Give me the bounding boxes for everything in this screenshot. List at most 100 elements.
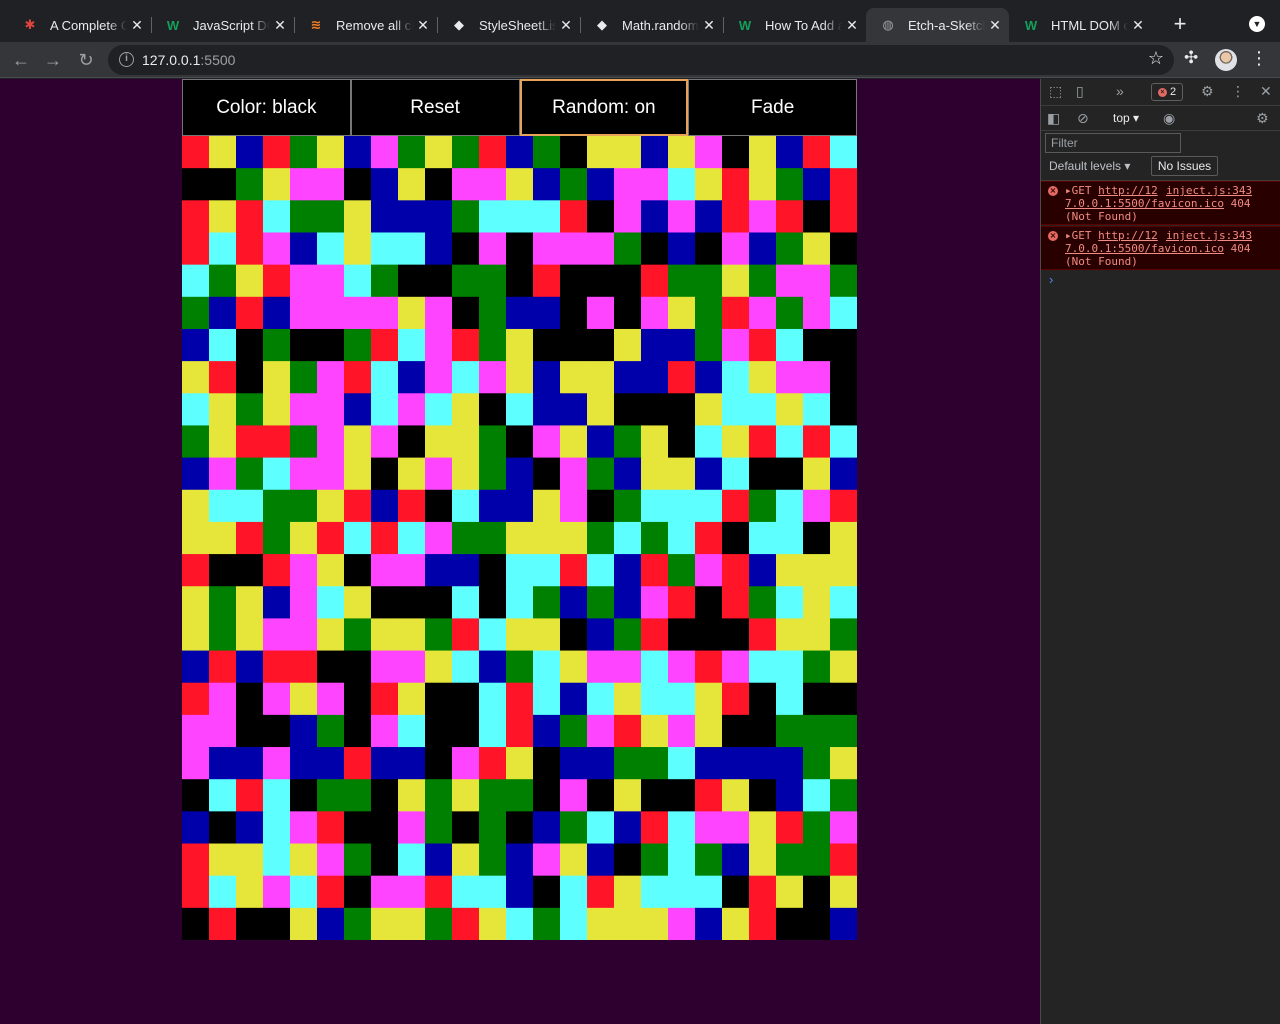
grid-cell[interactable] (317, 554, 345, 587)
grid-cell[interactable] (560, 200, 588, 234)
sidebar-toggle-icon[interactable]: ◧ (1047, 110, 1060, 127)
grid-cell[interactable] (668, 168, 696, 201)
grid-cell[interactable] (776, 650, 804, 684)
grid-cell[interactable] (587, 618, 615, 652)
grid-cell[interactable] (317, 682, 345, 716)
grid-cell[interactable] (182, 843, 210, 877)
grid-cell[interactable] (830, 747, 857, 780)
grid-cell[interactable] (695, 843, 723, 877)
grid-cell[interactable] (506, 489, 534, 523)
context-selector[interactable]: top ▾ (1113, 111, 1139, 125)
grid-cell[interactable] (317, 779, 345, 812)
grid-cell[interactable] (830, 232, 857, 266)
grid-cell[interactable] (371, 328, 399, 362)
grid-cell[interactable] (317, 586, 345, 619)
grid-cell[interactable] (371, 296, 399, 330)
back-arrow-icon[interactable]: ← (9, 48, 33, 72)
grid-cell[interactable] (236, 521, 264, 555)
grid-cell[interactable] (452, 168, 480, 201)
grid-cell[interactable] (722, 586, 750, 619)
grid-cell[interactable] (398, 521, 426, 555)
grid-cell[interactable] (641, 425, 669, 459)
grid-cell[interactable] (371, 554, 399, 587)
grid-cell[interactable] (344, 875, 372, 909)
grid-cell[interactable] (290, 714, 318, 748)
grid-cell[interactable] (425, 168, 453, 201)
grid-cell[interactable] (317, 618, 345, 652)
grid-cell[interactable] (290, 296, 318, 330)
grid-cell[interactable] (722, 779, 750, 812)
grid-cell[interactable] (236, 779, 264, 812)
grid-cell[interactable] (182, 425, 210, 459)
grid-cell[interactable] (695, 618, 723, 652)
grid-cell[interactable] (695, 200, 723, 234)
grid-cell[interactable] (398, 650, 426, 684)
grid-cell[interactable] (695, 328, 723, 362)
inspect-element-icon[interactable]: ⬚ (1049, 83, 1062, 100)
grid-cell[interactable] (641, 489, 669, 523)
close-tab-icon[interactable]: ✕ (985, 17, 1005, 34)
grid-cell[interactable] (182, 747, 210, 780)
grid-cell[interactable] (317, 747, 345, 780)
grid-cell[interactable] (587, 296, 615, 330)
grid-cell[interactable] (425, 811, 453, 845)
grid-cell[interactable] (398, 618, 426, 652)
grid-cell[interactable] (425, 457, 453, 491)
grid-cell[interactable] (803, 682, 831, 716)
grid-cell[interactable] (236, 393, 264, 427)
grid-cell[interactable] (641, 328, 669, 362)
grid-cell[interactable] (290, 554, 318, 587)
grid-cell[interactable] (425, 425, 453, 459)
grid-cell[interactable] (587, 907, 615, 940)
grid-cell[interactable] (749, 811, 777, 845)
source-link[interactable]: inject.js:343 (1166, 229, 1252, 242)
grid-cell[interactable] (452, 618, 480, 652)
grid-cell[interactable] (722, 682, 750, 716)
grid-cell[interactable] (830, 136, 857, 169)
grid-cell[interactable] (776, 907, 804, 940)
grid-cell[interactable] (425, 747, 453, 780)
grid-cell[interactable] (533, 264, 561, 298)
settings-gear-icon[interactable]: ⚙ (1201, 83, 1214, 100)
grid-cell[interactable] (452, 425, 480, 459)
grid-cell[interactable] (506, 393, 534, 427)
grid-cell[interactable] (452, 489, 480, 523)
grid-cell[interactable] (344, 489, 372, 523)
grid-cell[interactable] (371, 521, 399, 555)
grid-cell[interactable] (398, 393, 426, 427)
grid-cell[interactable] (317, 393, 345, 427)
grid-cell[interactable] (236, 168, 264, 201)
grid-cell[interactable] (533, 714, 561, 748)
grid-cell[interactable] (695, 232, 723, 266)
grid-cell[interactable] (776, 200, 804, 234)
grid-cell[interactable] (263, 328, 291, 362)
grid-cell[interactable] (695, 361, 723, 394)
grid-cell[interactable] (803, 811, 831, 845)
grid-cell[interactable] (263, 650, 291, 684)
log-levels-dropdown[interactable]: Default levels ▾ (1049, 159, 1130, 173)
grid-cell[interactable] (533, 232, 561, 266)
grid-cell[interactable] (182, 907, 210, 940)
devtools-menu-icon[interactable]: ⋮ (1231, 83, 1245, 100)
grid-cell[interactable] (236, 425, 264, 459)
console-error-message[interactable]: × ▸GET http://12 inject.js:343 7.0.0.1:5… (1041, 226, 1280, 270)
grid-cell[interactable] (290, 907, 318, 940)
device-toggle-icon[interactable]: ▯ (1076, 83, 1084, 100)
grid-cell[interactable] (209, 361, 237, 394)
grid-cell[interactable] (425, 393, 453, 427)
grid-cell[interactable] (182, 650, 210, 684)
grid-cell[interactable] (533, 875, 561, 909)
grid-cell[interactable] (830, 779, 857, 812)
grid-cell[interactable] (290, 232, 318, 266)
grid-cell[interactable] (560, 843, 588, 877)
grid-cell[interactable] (695, 907, 723, 940)
grid-cell[interactable] (533, 328, 561, 362)
grid-cell[interactable] (290, 521, 318, 555)
grid-cell[interactable] (452, 907, 480, 940)
grid-cell[interactable] (344, 521, 372, 555)
grid-cell[interactable] (803, 393, 831, 427)
grid-cell[interactable] (668, 232, 696, 266)
grid-cell[interactable] (290, 457, 318, 491)
grid-cell[interactable] (452, 843, 480, 877)
grid-cell[interactable] (803, 714, 831, 748)
